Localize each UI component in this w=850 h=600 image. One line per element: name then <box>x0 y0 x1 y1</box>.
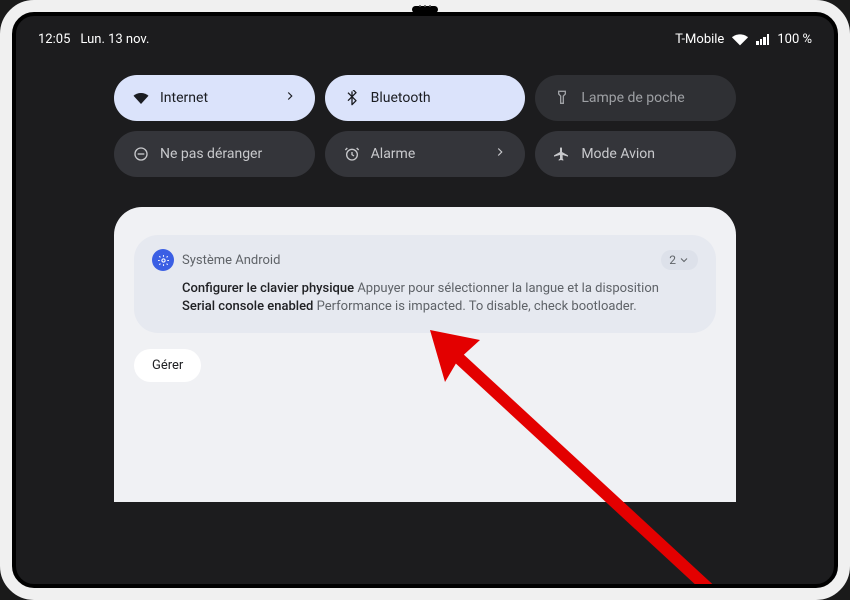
signal-icon <box>756 34 769 45</box>
status-time: 12:05 <box>38 32 70 47</box>
screen-content: 12:05 Lun. 13 nov. T-Mobile 100 % Intern… <box>14 14 836 586</box>
notification-count-badge[interactable]: 2 <box>661 250 698 270</box>
alarm-icon <box>343 145 361 163</box>
status-left: 12:05 Lun. 13 nov. <box>38 32 149 47</box>
notification-title: Configurer le clavier physique <box>182 281 354 296</box>
status-right: T-Mobile 100 % <box>675 32 812 47</box>
qs-tile-dnd[interactable]: Ne pas déranger <box>114 131 315 177</box>
qs-tile-label: Ne pas déranger <box>160 146 262 162</box>
qs-tile-bluetooth[interactable]: Bluetooth <box>325 75 526 121</box>
manage-button[interactable]: Gérer <box>134 349 201 382</box>
qs-tile-alarm[interactable]: Alarme <box>325 131 526 177</box>
notification-line[interactable]: Configurer le clavier physique Appuyer p… <box>182 281 698 296</box>
notification-header: Système Android 2 <box>152 249 698 271</box>
bluetooth-icon <box>343 89 361 107</box>
qs-tile-internet[interactable]: Internet <box>114 75 315 121</box>
camera-dots <box>419 5 431 7</box>
qs-tile-flashlight[interactable]: Lampe de poche <box>535 75 736 121</box>
notification-card[interactable]: Système Android 2 Configurer le clavier … <box>134 235 716 333</box>
wifi-icon <box>132 89 150 107</box>
quick-settings-panel: Internet Bluetooth Lampe de poche <box>14 55 836 197</box>
status-carrier: T-Mobile <box>675 32 724 47</box>
qs-tile-label: Mode Avion <box>581 146 655 162</box>
notification-sheet[interactable]: Système Android 2 Configurer le clavier … <box>114 207 736 502</box>
qs-tile-label: Internet <box>160 90 208 106</box>
status-battery: 100 % <box>777 32 812 47</box>
chevron-right-icon <box>283 89 297 107</box>
flashlight-icon <box>553 89 571 107</box>
qs-tile-label: Bluetooth <box>371 90 431 106</box>
notification-line[interactable]: Serial console enabled Performance is im… <box>182 299 698 314</box>
notification-body: Performance is impacted. To disable, che… <box>317 299 637 314</box>
qs-tile-airplane[interactable]: Mode Avion <box>535 131 736 177</box>
notification-app-name: Système Android <box>182 253 280 268</box>
notification-body: Appuyer pour sélectionner la langue et l… <box>357 281 659 296</box>
notification-title: Serial console enabled <box>182 299 313 314</box>
dnd-icon <box>132 145 150 163</box>
gear-icon <box>152 249 174 271</box>
wifi-icon <box>732 34 748 46</box>
chevron-down-icon <box>678 254 690 266</box>
chevron-right-icon <box>493 145 507 163</box>
manage-button-label: Gérer <box>152 358 183 373</box>
notification-count: 2 <box>669 253 676 267</box>
qs-tile-label: Alarme <box>371 146 416 162</box>
airplane-icon <box>553 145 571 163</box>
camera-notch <box>412 6 438 13</box>
qs-tile-label: Lampe de poche <box>581 90 684 106</box>
status-bar: 12:05 Lun. 13 nov. T-Mobile 100 % <box>14 14 836 55</box>
quick-settings-grid: Internet Bluetooth Lampe de poche <box>114 75 736 177</box>
status-date: Lun. 13 nov. <box>80 32 149 47</box>
